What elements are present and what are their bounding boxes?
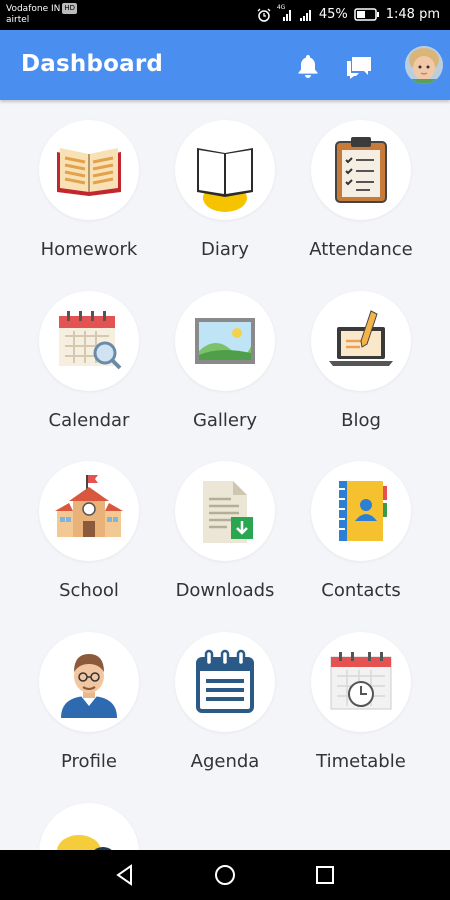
- tile-label: School: [59, 580, 119, 601]
- battery-percent: 45%: [318, 7, 348, 22]
- system-indicators: 4G 45% 1:48 pm: [257, 4, 440, 22]
- tile-homework[interactable]: Homework: [21, 100, 157, 260]
- attendance-clipboard-icon: [311, 120, 411, 220]
- battery-icon: [354, 8, 379, 21]
- home-icon[interactable]: [212, 862, 238, 888]
- tile-diary[interactable]: Diary: [157, 100, 293, 260]
- timetable-calendar-clock-icon: [311, 632, 411, 732]
- downloads-document-icon: [175, 461, 275, 561]
- contacts-book-icon: [311, 461, 411, 561]
- tile-contacts[interactable]: Contacts: [293, 441, 429, 601]
- hd-badge: HD: [62, 3, 78, 14]
- school-building-icon: [39, 461, 139, 561]
- navigation-bar: [0, 850, 450, 900]
- app-bar: Dashboard: [0, 30, 450, 100]
- tile-profile[interactable]: Profile: [21, 612, 157, 772]
- tile-partial[interactable]: [21, 783, 157, 850]
- profile-person-icon: [39, 632, 139, 732]
- blog-laptop-icon: [311, 291, 411, 391]
- bell-icon[interactable]: [294, 52, 322, 80]
- carrier-name-primary: Vodafone IN: [6, 4, 61, 14]
- page-title: Dashboard: [21, 51, 164, 77]
- gallery-picture-icon: [175, 291, 275, 391]
- carrier-name-secondary: airtel: [6, 15, 30, 25]
- tile-gallery[interactable]: Gallery: [157, 271, 293, 431]
- carrier-info: Vodafone IN HD airtel: [6, 3, 78, 26]
- tile-downloads[interactable]: Downloads: [157, 441, 293, 601]
- tile-timetable[interactable]: Timetable: [293, 612, 429, 772]
- alarm-icon: [257, 8, 271, 22]
- partial-tile-icon: [39, 803, 139, 850]
- tile-label: Timetable: [316, 751, 406, 772]
- homework-book-icon: [39, 120, 139, 220]
- tile-attendance[interactable]: Attendance: [293, 100, 429, 260]
- tile-label: Diary: [201, 239, 249, 260]
- agenda-notepad-icon: [175, 632, 275, 732]
- tile-label: Agenda: [190, 751, 260, 772]
- back-icon[interactable]: [112, 862, 138, 888]
- clock: 1:48 pm: [385, 7, 440, 22]
- diary-icon: [175, 120, 275, 220]
- tile-label: Blog: [341, 410, 381, 431]
- recents-icon[interactable]: [312, 862, 338, 888]
- calendar-icon: [39, 291, 139, 391]
- tile-label: Contacts: [321, 580, 401, 601]
- tile-label: Calendar: [48, 410, 130, 431]
- tile-label: Attendance: [309, 239, 413, 260]
- tile-blog[interactable]: Blog: [293, 271, 429, 431]
- avatar[interactable]: [405, 46, 443, 84]
- tile-agenda[interactable]: Agenda: [157, 612, 293, 772]
- chat-icon[interactable]: [344, 52, 372, 80]
- tile-calendar[interactable]: Calendar: [21, 271, 157, 431]
- tile-school[interactable]: School: [21, 441, 157, 601]
- status-bar: Vodafone IN HD airtel 4G 45% 1:48 pm: [0, 0, 450, 30]
- signal-icon: [299, 9, 311, 21]
- dashboard-grid: Homework Diary Attendance Calendar Galle…: [0, 100, 450, 850]
- tile-label: Gallery: [192, 410, 258, 431]
- tile-label: Downloads: [175, 580, 275, 601]
- network-signal-icon: 4G: [277, 4, 293, 22]
- tile-label: Profile: [61, 751, 117, 772]
- tile-label: Homework: [40, 239, 138, 260]
